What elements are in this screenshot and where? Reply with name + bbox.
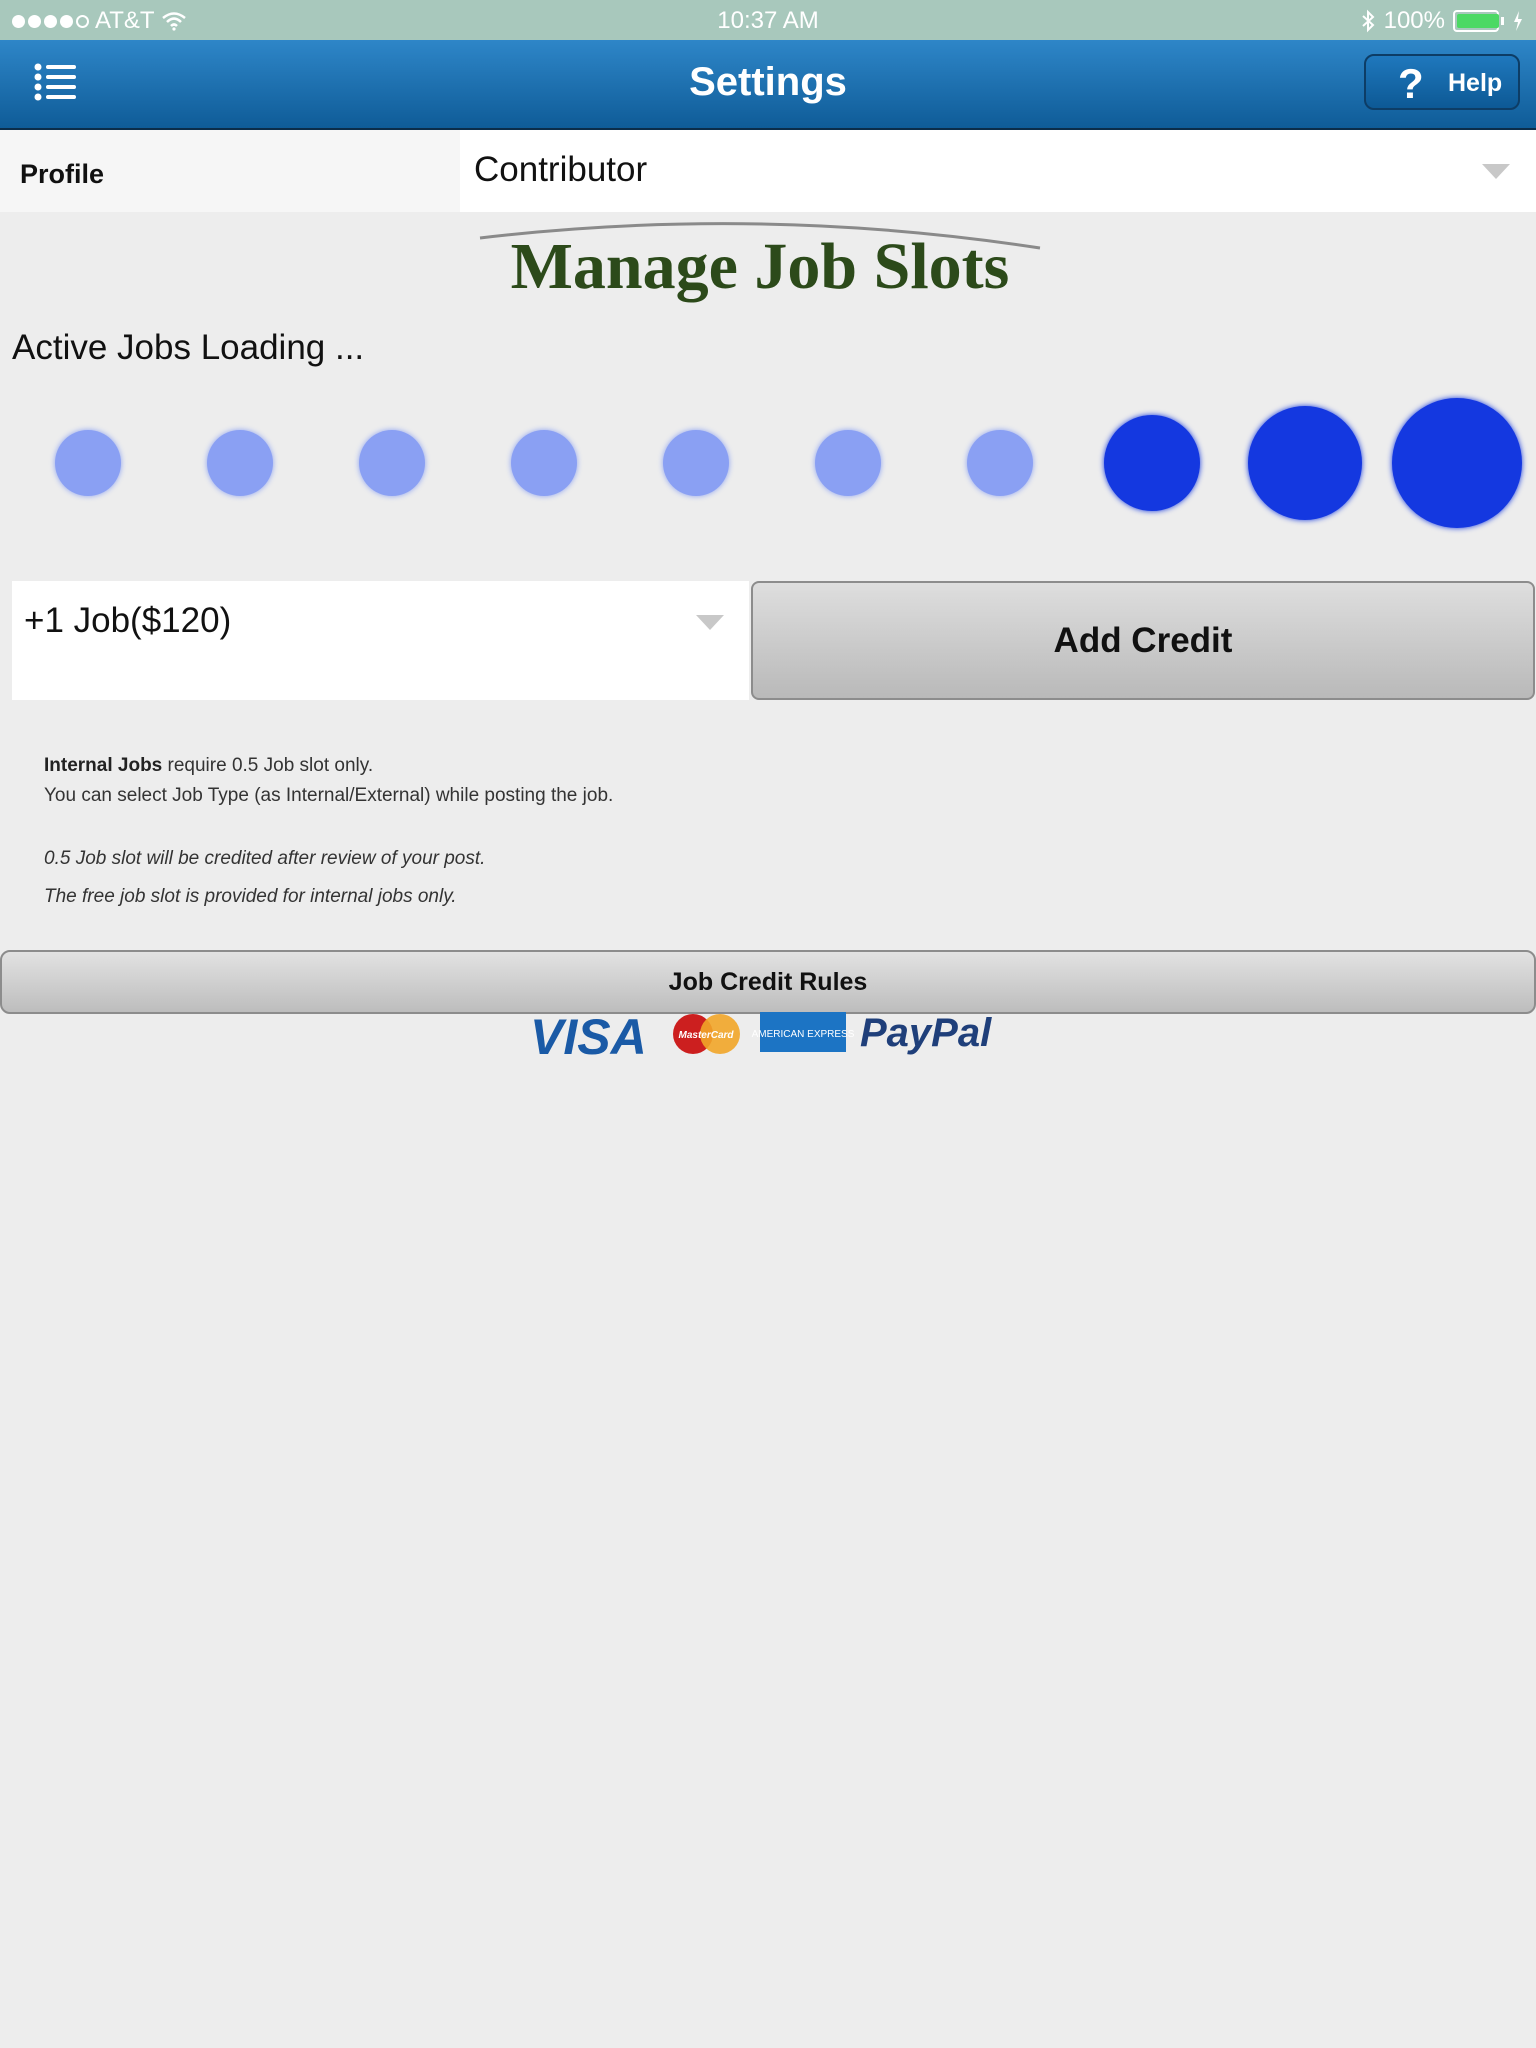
loading-dot — [1248, 406, 1362, 520]
profile-selected-value: Contributor — [474, 150, 648, 189]
loading-dot — [55, 430, 121, 496]
nav-bar: Settings ? Help — [0, 40, 1536, 130]
profile-label: Profile — [20, 159, 105, 189]
job-credit-rules-button[interactable]: Job Credit Rules — [0, 950, 1536, 1014]
loading-dot — [967, 430, 1033, 496]
profile-label-cell: Profile — [0, 130, 460, 212]
paypal-logo: PayPal — [860, 1011, 992, 1055]
svg-text:VISA: VISA — [530, 1009, 647, 1065]
battery-tip — [1501, 17, 1504, 25]
loading-dot — [359, 430, 425, 496]
battery-icon — [1453, 10, 1499, 32]
loading-dot — [1392, 398, 1522, 528]
heading-image-text: Manage Job Slots — [511, 230, 1010, 303]
loading-dot — [1104, 415, 1200, 511]
loading-indicator — [0, 390, 1536, 540]
job-credit-select[interactable]: +1 Job($120) — [12, 581, 749, 700]
loading-dot — [663, 430, 729, 496]
status-right: 100% — [1360, 7, 1524, 35]
internal-jobs-info: Internal Jobs require 0.5 Job slot only. — [44, 755, 373, 777]
american-express-logo: AMERICAN EXPRESS — [752, 1012, 855, 1052]
status-bar: AT&T 10:37 AM 100% — [0, 0, 1536, 40]
job-credit-selected-value: +1 Job($120) — [24, 601, 232, 640]
loading-dot — [815, 430, 881, 496]
svg-text:AMERICAN EXPRESS: AMERICAN EXPRESS — [752, 1029, 855, 1040]
visa-logo: VISA — [530, 1009, 647, 1065]
internal-jobs-rest: require 0.5 Job slot only. — [162, 755, 374, 776]
job-type-info: You can select Job Type (as Internal/Ext… — [44, 785, 614, 806]
help-label: Help — [1448, 69, 1503, 97]
page-title: Settings — [689, 60, 847, 104]
active-jobs-status: Active Jobs Loading ... — [12, 328, 365, 367]
free-slot-note: The free job slot is provided for intern… — [44, 886, 457, 907]
question-mark-icon: ? — [1398, 60, 1424, 107]
credit-review-note: 0.5 Job slot will be credited after revi… — [44, 848, 486, 869]
help-button[interactable]: ? Help — [1364, 54, 1520, 110]
loading-dot — [511, 430, 577, 496]
loading-dot — [207, 430, 273, 496]
svg-text:PayPal: PayPal — [860, 1011, 992, 1055]
payment-logos: VISA MasterCard AMERICAN EXPRESS PayPal — [530, 1009, 992, 1065]
add-credit-button[interactable]: Add Credit — [751, 581, 1535, 700]
mastercard-logo: MasterCard — [673, 1014, 740, 1054]
charging-icon — [1514, 11, 1522, 31]
profile-select[interactable]: Contributor — [460, 130, 1536, 212]
chevron-down-icon — [696, 615, 724, 630]
svg-text:MasterCard: MasterCard — [678, 1030, 734, 1041]
manage-job-slots-heading-image: Manage Job Slots — [479, 222, 1041, 303]
bluetooth-icon — [1361, 9, 1375, 33]
chevron-down-icon — [1482, 164, 1510, 179]
internal-jobs-bold: Internal Jobs — [44, 755, 163, 776]
battery-percent: 100% — [1383, 7, 1445, 34]
status-time: 10:37 AM — [717, 7, 819, 34]
